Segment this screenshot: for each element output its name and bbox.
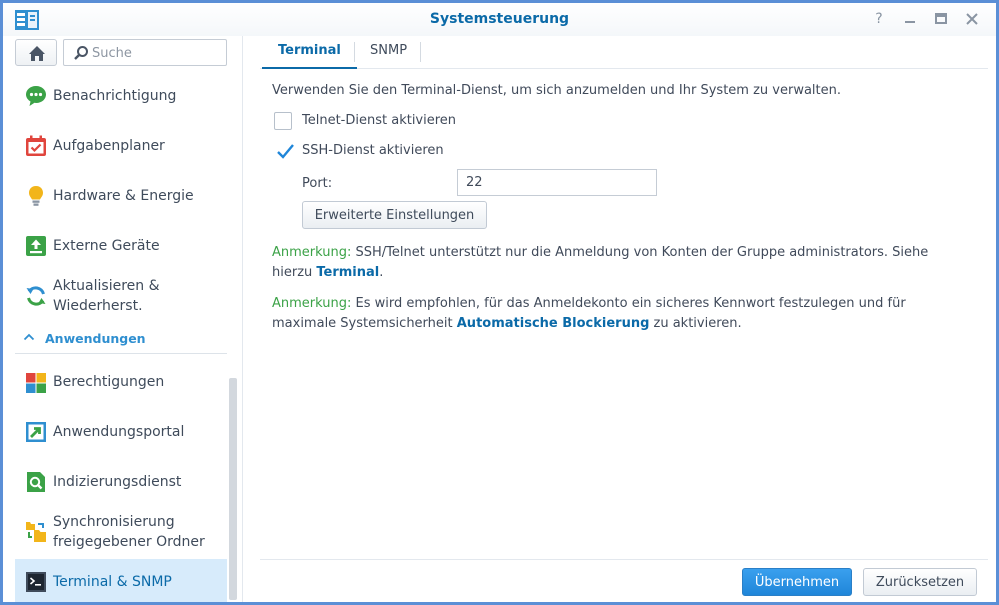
sidebar-item-hardware-energie[interactable]: Hardware & Energie — [15, 173, 227, 219]
close-icon[interactable] — [962, 9, 982, 29]
main-panel: Terminal SNMP Verwenden Sie den Terminal… — [244, 36, 996, 602]
sidebar-item-benachrichtigung[interactable]: Benachrichtigung — [15, 73, 227, 119]
sidebar-item-berechtigungen[interactable]: Berechtigungen — [15, 359, 227, 405]
tab-bar: Terminal SNMP — [260, 36, 988, 69]
control-panel-window: Systemsteuerung ? Suche Benachrichtigung… — [0, 0, 999, 605]
sidebar-item-label: Benachrichtigung — [53, 88, 177, 104]
section-label: Anwendungen — [45, 331, 146, 346]
terminal-description: Verwenden Sie den Terminal-Dienst, um si… — [272, 83, 841, 98]
search-input[interactable] — [92, 43, 222, 63]
sidebar-nav: Benachrichtigung Aufgabenplaner Hardware… — [3, 73, 228, 602]
sidebar-item-label: Indizierungsdienst — [53, 474, 182, 490]
footer-divider — [260, 559, 988, 560]
calendar-check-icon — [26, 135, 46, 156]
note-prefix: Anmerkung: — [272, 245, 352, 260]
tab-terminal[interactable]: Terminal — [262, 36, 357, 69]
minimize-icon[interactable] — [900, 9, 920, 29]
sidebar-item-label: Aktualisieren & Wiederherst. — [53, 278, 160, 314]
ssh-checkbox[interactable] — [274, 142, 294, 160]
arrow-portal-icon — [26, 422, 46, 442]
chat-bubble-icon — [26, 86, 46, 106]
reset-button[interactable]: Zurücksetzen — [863, 568, 977, 596]
tiles-icon — [26, 373, 46, 393]
search-doc-icon — [27, 472, 45, 492]
note-suffix: . — [379, 265, 384, 280]
sidebar-item-aktualisieren[interactable]: Aktualisieren & Wiederherst. — [15, 273, 227, 319]
terminal-icon — [26, 572, 46, 592]
sidebar-scrollbar[interactable] — [229, 378, 237, 600]
note-prefix: Anmerkung: — [272, 296, 352, 311]
tab-snmp[interactable]: SNMP — [354, 36, 423, 69]
sidebar-item-anwendungsportal[interactable]: Anwendungsportal — [15, 409, 227, 455]
sidebar-item-label: Synchronisierung freigegebener Ordner — [53, 514, 205, 550]
upload-icon — [26, 236, 46, 256]
sidebar-item-indizierungsdienst[interactable]: Indizierungsdienst — [15, 459, 227, 505]
home-button[interactable] — [15, 39, 57, 66]
refresh-icon — [26, 286, 46, 306]
telnet-label: Telnet-Dienst aktivieren — [302, 113, 457, 128]
auto-block-link[interactable]: Automatische Blockierung — [457, 316, 650, 331]
help-icon[interactable]: ? — [869, 9, 889, 29]
sidebar-item-label: Hardware & Energie — [53, 188, 194, 204]
port-input[interactable] — [457, 169, 657, 196]
note-password: Anmerkung: Es wird empfohlen, für das An… — [272, 294, 962, 334]
sidebar: Benachrichtigung Aufgabenplaner Hardware… — [3, 36, 243, 602]
ssh-label: SSH-Dienst aktivieren — [302, 143, 444, 158]
note-suffix: zu aktivieren. — [649, 316, 742, 331]
sidebar-item-synchronisierung[interactable]: Synchronisierung freigegebener Ordner — [15, 509, 227, 555]
port-label: Port: — [302, 176, 333, 191]
sidebar-item-label: Anwendungsportal — [53, 424, 185, 440]
tab-separator — [420, 42, 421, 62]
home-icon — [29, 46, 45, 61]
sidebar-item-label: Berechtigungen — [53, 374, 165, 390]
chevron-up-icon — [23, 331, 35, 346]
sidebar-item-terminal-snmp[interactable]: Terminal & SNMP — [15, 559, 227, 602]
lightbulb-icon — [29, 186, 43, 206]
note-ssh-admin: Anmerkung: SSH/Telnet unterstützt nur di… — [272, 243, 962, 283]
title-bar[interactable]: Systemsteuerung ? — [3, 3, 996, 36]
terminal-link[interactable]: Terminal — [316, 265, 379, 280]
advanced-settings-button[interactable]: Erweiterte Einstellungen — [302, 201, 487, 229]
sync-folder-icon — [26, 522, 46, 542]
search-box[interactable] — [63, 39, 227, 66]
maximize-icon[interactable] — [931, 9, 951, 29]
sidebar-item-label: Externe Geräte — [53, 238, 160, 254]
sidebar-item-label: Terminal & SNMP — [53, 574, 172, 590]
checkmark-icon — [277, 144, 294, 159]
telnet-checkbox[interactable] — [274, 112, 292, 130]
sidebar-item-label: Aufgabenplaner — [53, 138, 165, 154]
section-anwendungen[interactable]: Anwendungen — [15, 326, 227, 354]
sidebar-item-externe-geraete[interactable]: Externe Geräte — [15, 223, 227, 269]
apply-button[interactable]: Übernehmen — [742, 568, 852, 596]
search-icon — [74, 46, 88, 60]
sidebar-item-aufgabenplaner[interactable]: Aufgabenplaner — [15, 123, 227, 169]
window-title: Systemsteuerung — [429, 11, 570, 27]
